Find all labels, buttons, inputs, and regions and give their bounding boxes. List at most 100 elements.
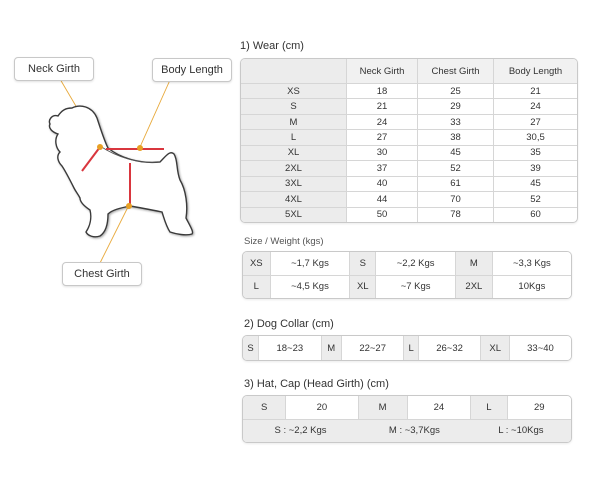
neck-cell: 44 [346, 191, 419, 208]
neck-cell: 21 [346, 98, 419, 115]
girth-cell: 24 [407, 396, 472, 420]
table-row: S 21 29 24 [241, 98, 577, 115]
collar-size-table: S 18~23 M 22~27 L 26~32 XL 33~40 [242, 335, 572, 361]
size-cell: L [470, 396, 508, 420]
size-cell: M [241, 114, 347, 131]
chest-cell: 45 [417, 145, 495, 162]
neck-cell: 27 [346, 129, 419, 146]
size-cell: S [243, 396, 287, 420]
size-cell: 2XL [455, 275, 493, 298]
body-cell: 52 [493, 191, 577, 208]
hat-section-title: 3) Hat, Cap (Head Girth) (cm) [244, 378, 389, 390]
wear-section-title: 1) Wear (cm) [240, 40, 304, 52]
neck-cell: 50 [346, 207, 419, 222]
table-row: S : ~2,2 Kgs M : ~3,7Kgs L : ~10Kgs [243, 419, 571, 442]
range-cell: 22~27 [341, 336, 405, 360]
size-cell: M [455, 252, 493, 276]
size-cell: XL [349, 275, 377, 298]
chest-cell: 78 [417, 207, 495, 222]
dog-silhouette [48, 105, 194, 238]
chest-cell: 70 [417, 191, 495, 208]
body-pointer-dot [137, 145, 143, 151]
body-cell: 27 [493, 114, 577, 131]
neck-cell: 18 [346, 83, 419, 100]
collar-section-title: 2) Dog Collar (cm) [244, 318, 334, 330]
chest-cell: 25 [417, 83, 495, 100]
table-row: S 18~23 M 22~27 L 26~32 XL 33~40 [243, 336, 571, 360]
size-weight-table: XS ~1,7 Kgs S ~2,2 Kgs M ~3,3 Kgs L ~4,5… [242, 251, 572, 299]
size-cell: S [243, 336, 260, 360]
weight-cell: 10Kgs [492, 275, 571, 298]
size-cell: M [358, 396, 408, 420]
chest-cell: 38 [417, 129, 495, 146]
size-cell: L [241, 129, 347, 146]
size-cell: 4XL [241, 191, 347, 208]
size-cell: XS [241, 83, 347, 100]
size-cell: XS [243, 252, 271, 276]
table-row: 4XL 44 70 52 [241, 191, 577, 208]
chest-cell: 29 [417, 98, 495, 115]
weight-cell: ~1,7 Kgs [270, 252, 351, 276]
weight-note: S : ~2,2 Kgs [243, 419, 359, 442]
weight-note: L : ~10Kgs [470, 419, 571, 442]
body-cell: 45 [493, 176, 577, 193]
neck-cell: 24 [346, 114, 419, 131]
table-row: 5XL 50 78 60 [241, 207, 577, 222]
size-cell: L [243, 275, 271, 298]
weight-cell: ~2,2 Kgs [375, 252, 456, 276]
dog-measurement-diagram [48, 78, 194, 264]
table-row: M 24 33 27 [241, 114, 577, 131]
weight-cell: ~3,3 Kgs [492, 252, 571, 276]
table-row: 2XL 37 52 39 [241, 160, 577, 177]
weight-note: M : ~3,7Kgs [358, 419, 471, 442]
chest-girth-label: Chest Girth [62, 262, 142, 286]
table-row: XS 18 25 21 [241, 83, 577, 100]
table-row: S 20 M 24 L 29 [243, 396, 571, 420]
size-cell: 3XL [241, 176, 347, 193]
body-cell: 35 [493, 145, 577, 162]
chest-cell: 52 [417, 160, 495, 177]
chest-pointer-dot [126, 203, 132, 209]
size-cell: 5XL [241, 207, 347, 222]
table-row: L 27 38 30,5 [241, 129, 577, 146]
size-cell: L [403, 336, 419, 360]
table-row: XS ~1,7 Kgs S ~2,2 Kgs M ~3,3 Kgs [243, 252, 571, 276]
wear-header-chest-girth: Chest Girth [417, 59, 495, 84]
neck-cell: 30 [346, 145, 419, 162]
body-pointer-line [139, 79, 171, 148]
neck-girth-label: Neck Girth [14, 57, 94, 81]
table-row: 3XL 40 61 45 [241, 176, 577, 193]
size-cell: XL [480, 336, 510, 360]
range-cell: 18~23 [258, 336, 322, 360]
body-cell: 60 [530, 209, 541, 221]
size-cell: M [321, 336, 342, 360]
size-cell: S [349, 252, 377, 276]
range-cell: 33~40 [509, 336, 571, 360]
table-row: L ~4,5 Kgs XL ~7 Kgs 2XL 10Kgs [243, 275, 571, 298]
girth-cell: 20 [285, 396, 359, 420]
neck-cell: 37 [346, 160, 419, 177]
size-cell: S [241, 98, 347, 115]
wear-header-neck-girth: Neck Girth [346, 59, 419, 84]
hat-size-table: S 20 M 24 L 29 S : ~2,2 Kgs M : ~3,7Kgs … [242, 395, 572, 443]
chest-cell: 61 [417, 176, 495, 193]
wear-header-size [241, 59, 347, 84]
body-cell: 24 [493, 98, 577, 115]
size-cell: XL [241, 145, 347, 162]
weight-cell: ~4,5 Kgs [270, 275, 351, 298]
size-cell: 2XL [241, 160, 347, 177]
girth-cell: 29 [507, 396, 571, 420]
body-cell: 21 [493, 83, 577, 100]
body-cell: 30,5 [493, 129, 577, 146]
range-cell: 26~32 [418, 336, 482, 360]
neck-pointer-dot [97, 144, 103, 150]
table-row: XL 30 45 35 [241, 145, 577, 162]
wear-header-row: Neck Girth Chest Girth Body Length [241, 59, 577, 84]
size-weight-title: Size / Weight (kgs) [244, 236, 324, 247]
weight-cell: ~7 Kgs [375, 275, 456, 298]
wear-header-body-length: Body Length [493, 59, 577, 84]
wear-size-table: Neck Girth Chest Girth Body Length XS 18 2… [240, 58, 578, 223]
chest-cell: 33 [417, 114, 495, 131]
body-length-label: Body Length [152, 58, 232, 82]
body-cell: 39 [493, 160, 577, 177]
